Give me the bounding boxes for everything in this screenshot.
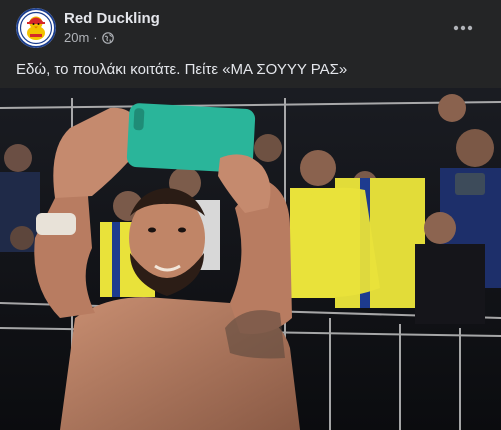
- post-meta: 20m ·: [64, 30, 114, 45]
- selfie-photo-illustration: [0, 88, 501, 430]
- page-avatar[interactable]: [16, 8, 56, 48]
- duckling-logo-icon: [16, 8, 56, 48]
- post-timestamp[interactable]: 20m: [64, 30, 89, 45]
- meta-separator: ·: [93, 30, 98, 45]
- page-name-link[interactable]: Red Duckling: [64, 10, 160, 27]
- more-options-button[interactable]: [449, 14, 477, 42]
- more-horizontal-icon: [453, 25, 473, 31]
- post-photo[interactable]: [0, 88, 501, 430]
- globe-icon: [101, 31, 114, 44]
- post-card: Red Duckling 20m · Εδώ, το πουλάκι κοιτά…: [0, 0, 501, 430]
- post-caption: Εδώ, το πουλάκι κοιτάτε. Πείτε «ΜΑ ΣΟΥΥΥ…: [16, 61, 348, 78]
- post-header: Red Duckling 20m ·: [16, 8, 489, 50]
